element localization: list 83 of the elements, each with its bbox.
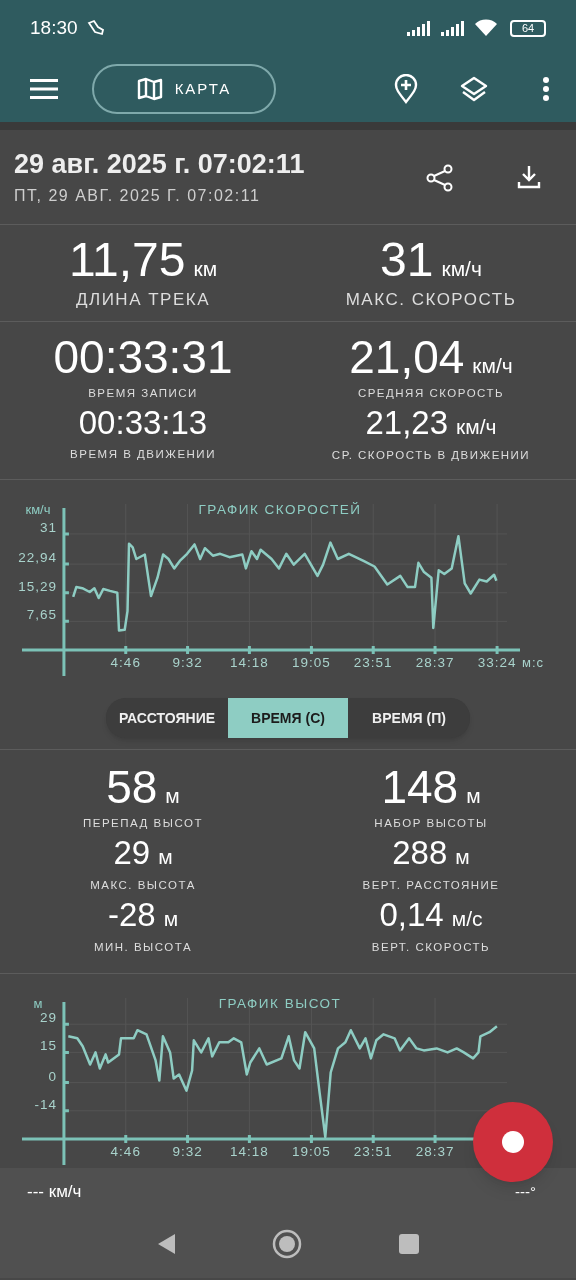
axis-label: 19:05 — [292, 1144, 331, 1159]
stat-label: МИН. ВЫСОТА — [93, 939, 193, 955]
stat-label: МАКС. ВЫСОТА — [90, 877, 196, 893]
stat-value: 29 — [113, 834, 151, 873]
axis-label: 31 — [39, 519, 57, 535]
stat-label: СР. СКОРОСТЬ В ДВИЖЕНИИ — [331, 447, 531, 463]
axis-label: 9:32 — [172, 1144, 203, 1159]
stat-label: МАКС. СКОРОСТЬ — [345, 289, 517, 311]
axis-label: 7,65 — [26, 607, 57, 623]
axis-label: 23:51 — [353, 1144, 393, 1159]
stat-unit: км/ч — [456, 414, 497, 441]
axis-label: 14:18 — [230, 655, 269, 670]
track-date-title: 29 авг. 2025 г. 07:02:11 — [14, 148, 306, 180]
download-icon[interactable] — [516, 164, 542, 190]
more-icon[interactable] — [542, 76, 550, 102]
axis-title: км/ч — [25, 502, 51, 517]
status-time: 18:30 — [30, 15, 78, 40]
axis-label: 15,29 — [18, 578, 57, 594]
axis-label: 28:37 — [415, 1144, 455, 1159]
stat-label: ВЕРТ. СКОРОСТЬ — [371, 939, 491, 955]
map-button[interactable]: КАРТА — [92, 64, 276, 114]
axis-label: 9:32 — [172, 655, 203, 670]
axis-label: 19:05 — [292, 655, 331, 670]
axis-label: 4:46 — [110, 1144, 141, 1159]
chart-title: ГРАФИК ВЫСОТ — [218, 996, 342, 1011]
stat-value: 0,14 — [379, 896, 444, 934]
add-location-icon[interactable] — [394, 74, 418, 104]
chart-title: ГРАФИК СКОРОСТЕЙ — [198, 502, 362, 517]
axis-label: 33:24 — [477, 655, 517, 670]
stat-unit: км — [193, 256, 218, 282]
axis-label: 29 — [39, 1010, 57, 1026]
axis-label: 23:51 — [353, 655, 393, 670]
menu-icon[interactable] — [30, 78, 60, 100]
axis-label: 22,94 — [18, 550, 57, 566]
current-heading: ---° — [515, 1181, 536, 1202]
stat-unit: м — [455, 844, 470, 871]
home-icon[interactable] — [272, 1229, 302, 1259]
track-date-subtitle: ПТ, 29 АВГ. 2025 Г. 07:02:11 — [14, 186, 262, 206]
signal-icon — [406, 20, 432, 36]
stat-value: 00:33:13 — [78, 404, 208, 443]
axis-title: м:с — [522, 655, 545, 670]
axis-label: -14 — [34, 1096, 57, 1112]
signal-icon — [440, 20, 466, 36]
battery-level: 64 — [521, 22, 535, 34]
stat-value: 31 — [380, 233, 434, 287]
axis-label: 0 — [48, 1068, 57, 1084]
current-speed: --- км/ч — [27, 1181, 82, 1204]
stat-value: 11,75 — [68, 233, 186, 287]
wifi-icon — [474, 19, 498, 37]
segment-tab[interactable]: ВРЕМЯ (С) — [228, 698, 348, 738]
layers-icon[interactable] — [460, 75, 488, 103]
stat-value: 148 — [381, 762, 459, 812]
stat-value: 21,23 — [365, 404, 449, 443]
stat-label: ВРЕМЯ В ДВИЖЕНИИ — [70, 447, 216, 463]
stat-unit: м — [466, 783, 481, 809]
axis-label: 28:37 — [415, 655, 455, 670]
stat-label: ВРЕМЯ ЗАПИСИ — [88, 386, 198, 401]
stat-label: ВЕРТ. РАССТОЯНИЕ — [362, 877, 500, 893]
stat-value: 288 — [392, 834, 448, 873]
axis-label: 15 — [39, 1038, 57, 1054]
segment-tab[interactable]: РАССТОЯНИЕ — [106, 698, 228, 738]
stat-label: СРЕДНЯЯ СКОРОСТЬ — [357, 386, 505, 401]
stat-unit: м — [158, 844, 173, 871]
stat-unit: км/ч — [472, 353, 513, 379]
stat-unit: м — [165, 783, 180, 809]
stat-label: НАБОР ВЫСОТЫ — [374, 816, 488, 831]
segment-tab[interactable]: ВРЕМЯ (П) — [348, 698, 470, 738]
stat-unit: м — [163, 906, 179, 932]
stat-value: -28 — [107, 896, 156, 934]
back-icon[interactable] — [156, 1233, 176, 1255]
axis-label: 4:46 — [110, 655, 141, 670]
stat-value: 58 — [106, 762, 158, 812]
stat-value: 00:33:31 — [53, 332, 233, 382]
stat-unit: м/с — [451, 906, 483, 932]
stat-label: ДЛИНА ТРЕКА — [76, 289, 210, 311]
stat-unit: км/ч — [441, 256, 482, 282]
map-icon — [136, 77, 163, 101]
axis-label: 14:18 — [230, 1144, 269, 1159]
stat-label: ПЕРЕПАД ВЫСОТ — [83, 816, 203, 831]
recents-icon[interactable] — [398, 1233, 420, 1255]
share-icon[interactable] — [426, 164, 454, 192]
axis-title: м — [33, 996, 43, 1011]
stat-value: 21,04 — [349, 332, 465, 382]
